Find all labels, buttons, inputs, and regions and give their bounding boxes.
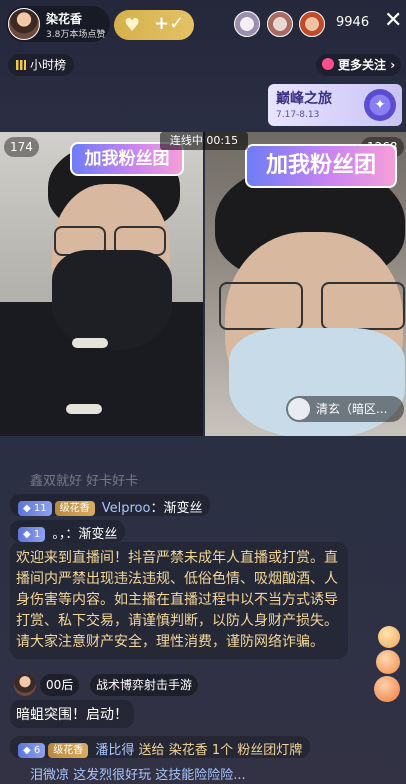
host-info[interactable]: 染花香 3.8万本场点赞	[6, 6, 110, 42]
rank-bars-icon	[16, 60, 26, 70]
video-feed-left[interactable]: 174 加我粉丝团	[0, 132, 203, 436]
chat-message-cut: 泪微凉 这发烈很好玩 这技能险险险...	[24, 764, 324, 784]
fan-level-badge: 级花香	[54, 501, 95, 516]
gift-action: 送给	[138, 743, 165, 758]
fan-level-badge: 级花香	[48, 743, 89, 758]
fan-club-banner[interactable]: 加我粉丝团	[245, 144, 397, 188]
event-card[interactable]: 巅峰之旅 7.17-8.13 ✦	[268, 84, 402, 126]
host-likes: 3.8万本场点赞	[46, 30, 106, 40]
chat-message[interactable]: ◆ 11 级花香 Velproo：渐变丝	[10, 494, 211, 516]
faded-text: 鑫双就好 好卡好卡	[30, 474, 139, 489]
guest-name: 清玄（暗区...	[316, 402, 388, 416]
link-status-label: 连线中	[169, 134, 203, 147]
chat-text: 。，：渐变丝	[52, 527, 118, 542]
gift-message[interactable]: ◆ 6 级花香 潘比得 送给 染花香 1个 粉丝团灯牌	[10, 736, 311, 758]
top-viewer-avatar[interactable]	[234, 11, 260, 37]
link-status: 连线中 00:15	[160, 132, 248, 150]
chat-message[interactable]: ◆ 1 。，：渐变丝	[10, 520, 126, 542]
rank-label: 小时榜	[30, 58, 67, 72]
floating-like-icon	[378, 626, 400, 648]
host-mini-avatar	[14, 674, 36, 696]
hourly-rank-button[interactable]: 小时榜	[8, 54, 75, 76]
level-badge: ◆ 11	[18, 501, 52, 516]
event-badge-icon: ✦	[364, 89, 396, 121]
floating-like-icon	[376, 650, 400, 674]
gift-target: 染花香	[168, 743, 208, 758]
follow-button[interactable]: ♥ +✓	[114, 10, 194, 40]
clasp	[66, 404, 102, 414]
chat-message-faded: 鑫双就好 好卡好卡	[24, 468, 144, 491]
gift-count: 1个	[211, 743, 234, 758]
face-mask	[52, 250, 172, 350]
system-announcement: 欢迎来到直播间！抖音严禁未成年人直播或打赏。直播间内严禁出现违法违规、低俗色情、…	[10, 542, 348, 659]
glasses	[321, 282, 405, 330]
game-tag: 战术博弈射击手游	[90, 674, 199, 696]
guest-tag[interactable]: 清玄（暗区...	[286, 396, 404, 422]
close-icon[interactable]: ✕	[384, 10, 402, 32]
left-score: 174	[4, 137, 39, 157]
top-bar: 染花香 3.8万本场点赞 ♥ +✓ 9946 ✕	[0, 0, 406, 48]
event-title: 巅峰之旅	[276, 91, 332, 107]
host-avatar[interactable]	[8, 8, 40, 40]
floating-like-icon	[374, 676, 400, 702]
age-tag: 00后	[40, 674, 80, 696]
video-feed-right[interactable]: 1268 加我粉丝团	[205, 132, 406, 436]
event-dates: 7.17-8.13	[276, 110, 320, 120]
host-message: 暗蛆突围！启动！	[10, 700, 134, 728]
level-badge: ◆ 6	[18, 743, 46, 758]
chat-username[interactable]: Velproo	[102, 501, 151, 516]
top-viewer-avatar[interactable]	[267, 11, 293, 37]
pk-timer: 00:15	[206, 134, 239, 147]
live-dot-icon	[322, 58, 334, 70]
level-badge: ◆ 1	[18, 527, 46, 542]
chat-text: ：渐变丝	[150, 501, 203, 516]
more-follow-label: 更多关注	[338, 58, 387, 72]
heart-icon: ♥	[124, 15, 141, 36]
host-name: 染花香	[46, 12, 83, 26]
viewer-count[interactable]: 9946	[336, 15, 369, 30]
gift-item: 粉丝团灯牌	[237, 743, 303, 758]
clasp	[72, 338, 108, 348]
follow-check-icon: +✓	[154, 13, 185, 34]
chevron-right-icon: ›	[390, 58, 396, 72]
gift-sender[interactable]: 潘比得	[95, 743, 134, 758]
top-viewer-avatar[interactable]	[299, 11, 325, 37]
cut-text: 泪微凉 这发烈很好玩 这技能险险险...	[30, 768, 246, 783]
glasses	[219, 282, 303, 330]
more-follow-button[interactable]: 更多关注 ›	[316, 54, 402, 76]
guest-avatar	[288, 398, 310, 420]
